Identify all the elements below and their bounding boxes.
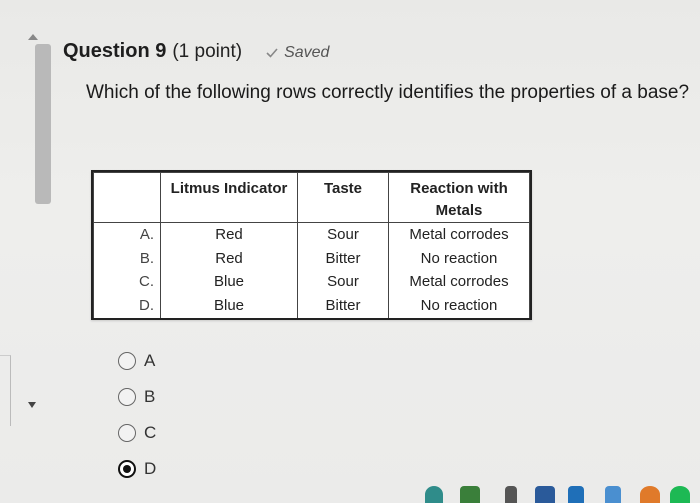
table-header-cell [93, 172, 161, 223]
option-c[interactable]: C [118, 415, 156, 451]
question-title: Question 9 [63, 40, 167, 62]
radio-button[interactable] [118, 388, 136, 406]
radio-button[interactable] [118, 460, 136, 478]
table-row: B. Red Bitter No reaction [93, 246, 530, 271]
table-row: D. Blue Bitter No reaction [93, 294, 530, 318]
table-cell: D. [93, 294, 161, 318]
app-icon[interactable] [460, 486, 480, 503]
table-header-cell: Taste [297, 172, 389, 223]
table-cell: No reaction [388, 246, 530, 271]
answer-options: A B C D [118, 343, 156, 487]
table-cell: Metal corrodes [388, 270, 530, 295]
table-header-cell: Litmus Indicator [160, 172, 298, 223]
option-d[interactable]: D [118, 451, 156, 487]
table-cell: C. [93, 270, 161, 295]
table-row: A. Red Sour Metal corrodes [93, 221, 530, 247]
table-cell: Bitter [297, 246, 389, 271]
option-a[interactable]: A [118, 343, 156, 379]
scroll-thumb[interactable] [35, 44, 51, 204]
table-header-row: Litmus Indicator Taste Reaction with Met… [93, 172, 530, 223]
app-icon[interactable] [670, 486, 690, 503]
table-row: C. Blue Sour Metal corrodes [93, 270, 530, 295]
option-label: D [144, 459, 157, 478]
app-icon[interactable] [425, 486, 443, 503]
option-label: A [144, 351, 156, 370]
radio-button[interactable] [118, 352, 136, 370]
app-icon[interactable] [640, 486, 660, 503]
table-cell: A. [93, 221, 161, 247]
saved-status: Saved [266, 44, 329, 62]
table-cell: No reaction [388, 294, 530, 318]
window-edge [0, 355, 11, 426]
option-label: C [144, 423, 157, 442]
table-cell: Blue [160, 270, 298, 295]
app-icon[interactable] [505, 486, 517, 503]
question-header: Question 9 (1 point) Saved [63, 40, 329, 63]
taskbar-dock [400, 478, 700, 503]
table-cell: B. [93, 246, 161, 271]
table-cell: Red [160, 246, 298, 271]
saved-label: Saved [284, 44, 330, 61]
question-points: (1 point) [172, 41, 243, 62]
app-icon[interactable] [605, 486, 621, 503]
arrow-up-icon[interactable] [28, 34, 38, 40]
table-cell: Red [160, 221, 298, 247]
app-icon[interactable] [535, 486, 555, 503]
question-text: Which of the following rows correctly id… [86, 82, 690, 103]
table-cell: Sour [297, 270, 389, 295]
properties-table: Litmus Indicator Taste Reaction with Met… [91, 170, 532, 320]
table-header-cell: Reaction with Metals [388, 172, 530, 223]
app-icon[interactable] [568, 486, 584, 503]
table-cell: Metal corrodes [388, 221, 530, 247]
option-label: B [144, 387, 156, 406]
vertical-scrollbar[interactable] [0, 0, 51, 503]
arrow-down-icon[interactable] [28, 402, 36, 408]
radio-button[interactable] [118, 424, 136, 442]
table-cell: Sour [297, 221, 389, 247]
check-icon [266, 48, 278, 58]
option-b[interactable]: B [118, 379, 156, 415]
table-cell: Bitter [297, 294, 389, 318]
table-cell: Blue [160, 294, 298, 318]
